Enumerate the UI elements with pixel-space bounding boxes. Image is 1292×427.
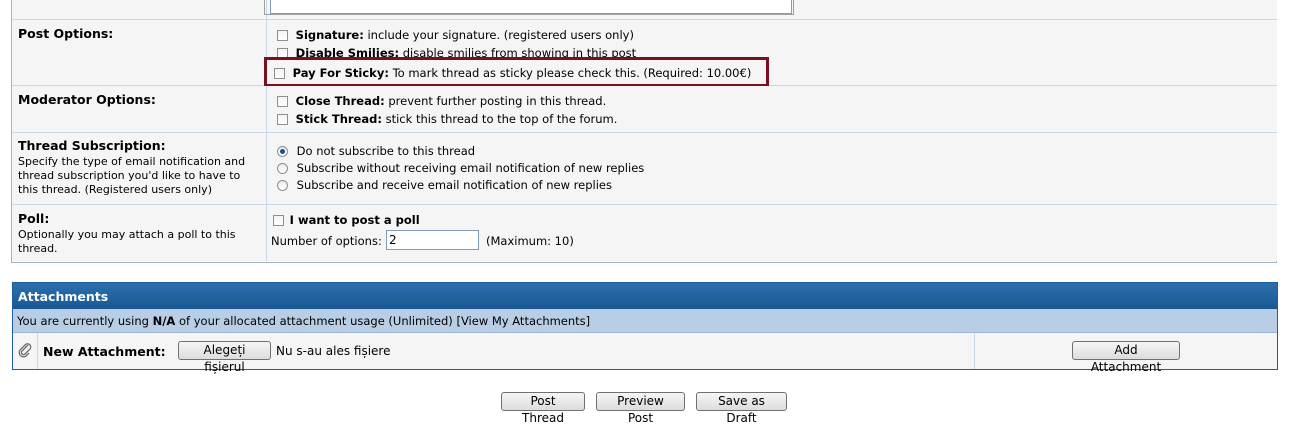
signature-checkbox[interactable] <box>277 30 288 41</box>
subscription-label: Thread Subscription: <box>18 138 166 153</box>
paperclip-icon <box>17 342 33 358</box>
subscribe-email-option: Subscribe and receive email notification… <box>277 178 612 192</box>
post-thread-button[interactable]: Post Thread <box>501 392 585 425</box>
subscription-row: Thread Subscription: Specify the type of… <box>12 133 1277 205</box>
stick-thread-option: Stick Thread: stick this thread to the t… <box>277 112 617 126</box>
moderator-options-label: Moderator Options: <box>18 92 156 107</box>
pay-sticky-highlight: Pay For Sticky: To mark thread as sticky… <box>264 57 769 87</box>
stick-thread-checkbox[interactable] <box>277 114 288 125</box>
pay-sticky-title: Pay For Sticky: <box>292 66 389 80</box>
max-options-note: (Maximum: 10) <box>486 234 574 248</box>
pay-sticky-checkbox[interactable] <box>274 68 285 79</box>
textarea-frame <box>264 0 794 15</box>
new-attachment-label: New Attachment: <box>43 344 166 359</box>
poll-row: Poll: Optionally you may attach a poll t… <box>12 205 1277 261</box>
pay-sticky-option: Pay For Sticky: To mark thread as sticky… <box>274 66 751 80</box>
subscribe-none-radio[interactable] <box>277 146 288 157</box>
preview-post-button[interactable]: Preview Post <box>596 392 685 425</box>
usage-prefix: You are currently using <box>17 314 149 328</box>
post-options-label: Post Options: <box>18 26 114 41</box>
subscribe-no-email-option: Subscribe without receiving email notifi… <box>277 161 644 175</box>
post-options-row: Post Options: Signature: include your si… <box>12 20 1277 87</box>
num-options-input[interactable] <box>386 230 479 250</box>
stick-thread-desc: stick this thread to the top of the foru… <box>385 112 618 126</box>
post-poll-checkbox[interactable] <box>273 215 284 226</box>
add-attachment-button[interactable]: Add Attachment <box>1072 341 1180 374</box>
message-row <box>12 0 1277 20</box>
signature-option: Signature: include your signature. (regi… <box>277 28 634 42</box>
attachments-panel: Attachments You are currently using N/A … <box>12 282 1278 374</box>
post-poll-option: I want to post a poll <box>273 213 420 227</box>
subscribe-email-label: Subscribe and receive email notification… <box>296 178 612 192</box>
no-file-text: Nu s-au ales fișiere <box>276 344 391 358</box>
close-thread-checkbox[interactable] <box>277 96 288 107</box>
poll-label: Poll: <box>18 211 50 226</box>
subscription-desc: Specify the type of email notification a… <box>18 155 246 196</box>
attachments-usage-bar: You are currently using N/A of your allo… <box>13 309 1277 333</box>
usage-suffix: of your allocated attachment usage (Unli… <box>178 314 453 328</box>
save-draft-button[interactable]: Save as Draft <box>696 392 787 425</box>
subscribe-none-label: Do not subscribe to this thread <box>296 144 476 158</box>
new-attachment-row: New Attachment: Alegeți fișierul Nu s-au… <box>13 333 1277 374</box>
post-poll-label: I want to post a poll <box>289 213 420 227</box>
usage-value: N/A <box>152 314 176 328</box>
pay-sticky-desc: To mark thread as sticky please check th… <box>392 66 752 80</box>
choose-file-button[interactable]: Alegeți fișierul <box>178 341 271 374</box>
signature-title: Signature: <box>295 28 364 42</box>
num-options-label: Number of options: <box>271 234 382 248</box>
attachments-header: Attachments <box>13 283 1277 309</box>
stick-thread-title: Stick Thread: <box>295 112 382 126</box>
attachments-title: Attachments <box>18 289 109 304</box>
subscribe-no-email-label: Subscribe without receiving email notifi… <box>296 161 645 175</box>
poll-desc: Optionally you may attach a poll to this… <box>18 228 236 255</box>
close-thread-desc: prevent further posting in this thread. <box>388 94 607 108</box>
close-thread-option: Close Thread: prevent further posting in… <box>277 94 606 108</box>
moderator-options-row: Moderator Options: Close Thread: prevent… <box>12 86 1277 133</box>
subscribe-none-option: Do not subscribe to this thread <box>277 144 475 158</box>
subscribe-email-radio[interactable] <box>277 180 288 191</box>
signature-desc: include your signature. (registered user… <box>367 28 634 42</box>
close-thread-title: Close Thread: <box>295 94 385 108</box>
subscribe-no-email-radio[interactable] <box>277 163 288 174</box>
view-attachments-link[interactable]: [View My Attachments] <box>456 314 590 328</box>
